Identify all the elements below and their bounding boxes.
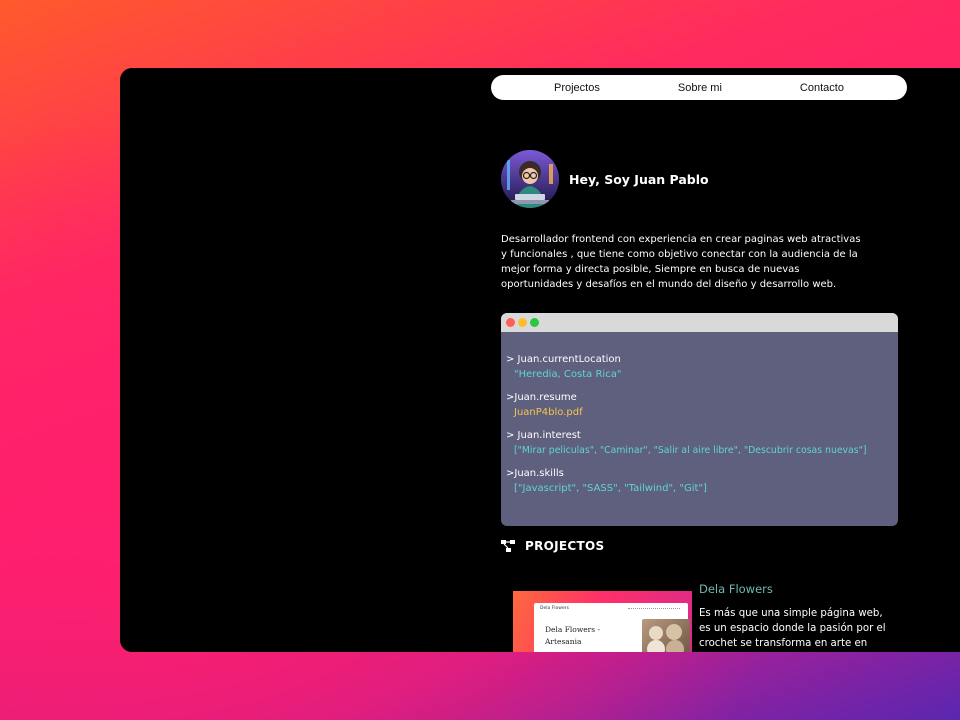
project-title[interactable]: Dela Flowers: [699, 582, 889, 596]
thumbnail-nav: [628, 608, 680, 610]
minimize-dot-icon[interactable]: [518, 318, 527, 327]
thumbnail-crochet-image: [642, 619, 690, 652]
resume-link[interactable]: JuanP4blo.pdf: [506, 405, 898, 421]
projects-section-heading: PROJECTOS: [501, 539, 604, 553]
avatar: [501, 150, 559, 208]
nav-link-sobre-mi[interactable]: Sobre mi: [678, 82, 722, 94]
project-info: Dela Flowers Es más que una simple págin…: [699, 582, 889, 651]
profile-header: Hey, Soy Juan Pablo: [501, 150, 709, 208]
terminal-value: ["Mirar peliculas", "Caminar", "Salir al…: [514, 445, 867, 456]
terminal-command: > Juan.interest: [506, 430, 581, 441]
terminal-command: >Juan.skills: [506, 468, 564, 479]
terminal-value: "Heredia, Costa Rica": [514, 369, 622, 380]
thumbnail-page-preview: Dela Flowers Dela Flowers - Artesania: [534, 603, 690, 652]
top-navbar: Projectos Sobre mi Contacto: [491, 75, 907, 100]
nav-link-contacto[interactable]: Contacto: [800, 82, 844, 94]
crochet-dolls-image: [647, 624, 684, 652]
terminal-command: >Juan.resume: [506, 392, 577, 403]
close-dot-icon[interactable]: [506, 318, 515, 327]
project-thumbnail[interactable]: Dela Flowers Dela Flowers - Artesania: [513, 591, 692, 652]
projects-heading-label: PROJECTOS: [525, 539, 605, 553]
terminal-body: > Juan.currentLocation "Heredia, Costa R…: [501, 332, 898, 497]
bio-paragraph: Desarrollador frontend con experiencia e…: [501, 234, 861, 290]
nav-link-projectos[interactable]: Projectos: [554, 82, 600, 94]
greeting-title: Hey, Soy Juan Pablo: [569, 171, 709, 187]
project-description: Es más que una simple página web, es un …: [699, 608, 886, 649]
thumbnail-hero-text: Dela Flowers - Artesania: [545, 625, 601, 646]
browser-window: Projectos Sobre mi Contacto Hey, Soy Jua…: [120, 68, 960, 652]
terminal-command: > Juan.currentLocation: [506, 354, 621, 365]
terminal-value: ["Javascript", "SASS", "Tailwind", "Git"…: [514, 483, 707, 494]
project-diagram-icon: [501, 540, 515, 552]
terminal-titlebar: [501, 313, 898, 332]
maximize-dot-icon[interactable]: [530, 318, 539, 327]
developer-avatar-icon: [501, 150, 559, 208]
code-terminal-card: > Juan.currentLocation "Heredia, Costa R…: [501, 313, 898, 526]
thumbnail-site-name: Dela Flowers: [540, 606, 569, 611]
